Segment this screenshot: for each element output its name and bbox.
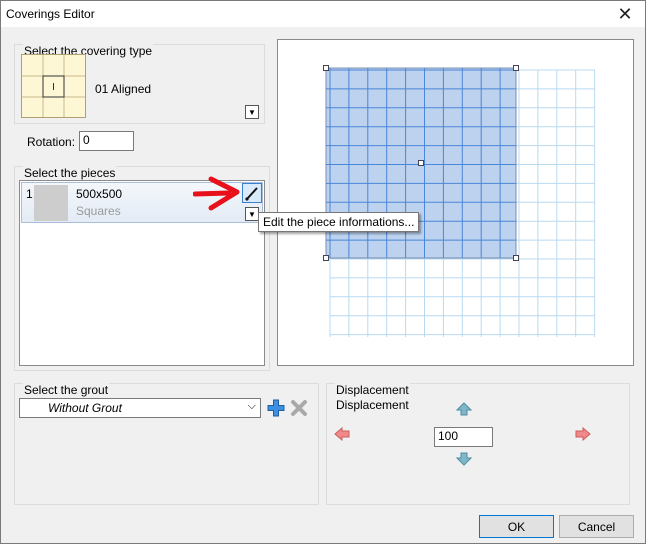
window-title: Coverings Editor xyxy=(6,7,95,21)
selection-handle xyxy=(418,160,424,166)
delete-icon xyxy=(291,400,307,416)
tooltip-text: Edit the piece informations... xyxy=(263,215,415,229)
move-up-button[interactable] xyxy=(455,402,473,416)
preview-canvas xyxy=(323,65,596,337)
title-bar: Coverings Editor ✕ xyxy=(1,1,645,27)
move-right-button[interactable] xyxy=(575,426,591,442)
piece-shape: Squares xyxy=(76,204,121,218)
arrow-right-icon xyxy=(575,426,591,442)
chevron-down-icon: ⌵ xyxy=(247,400,256,412)
arrow-up-icon xyxy=(455,402,473,416)
selection-handle xyxy=(513,65,519,71)
edit-piece-button[interactable] xyxy=(242,183,262,203)
edit-piece-tooltip: Edit the piece informations... xyxy=(258,212,420,232)
cancel-label: Cancel xyxy=(577,519,616,534)
grout-select[interactable]: Without Grout ⌵ xyxy=(19,398,261,418)
close-icon: ✕ xyxy=(617,3,633,24)
grout-selected-value: Without Grout xyxy=(48,401,122,415)
add-grout-button[interactable] xyxy=(267,399,285,417)
coverings-editor-window: Coverings Editor ✕ Select the covering t… xyxy=(0,0,646,544)
piece-size: 500x500 xyxy=(76,187,123,201)
covering-type-name: 01 Aligned xyxy=(95,82,152,96)
move-left-button[interactable] xyxy=(334,426,350,442)
piece-dropdown-button[interactable]: ▼ xyxy=(245,207,259,221)
displacement-input[interactable]: 100 xyxy=(434,427,493,447)
close-button[interactable]: ✕ xyxy=(605,1,645,27)
ok-label: OK xyxy=(507,519,526,534)
rotation-label: Rotation: xyxy=(27,135,76,149)
displacement-value: 100 xyxy=(438,429,459,443)
annotation-arrow-icon xyxy=(193,176,240,211)
covering-type-thumbnail[interactable] xyxy=(21,54,86,118)
piece-index: 1 xyxy=(26,187,33,201)
covering-type-dropdown-button[interactable]: ▼ xyxy=(245,105,259,119)
selection-handle xyxy=(323,65,329,71)
plus-icon xyxy=(267,399,285,417)
arrow-left-icon xyxy=(334,426,350,442)
chevron-down-icon: ▼ xyxy=(248,209,256,219)
grout-group-label: Select the grout xyxy=(23,383,110,397)
brush-icon xyxy=(245,187,258,201)
selection-handle xyxy=(513,255,519,261)
rotation-value: 0 xyxy=(83,133,90,147)
selection-handle xyxy=(323,255,329,261)
rotation-input[interactable]: 0 xyxy=(79,131,134,151)
arrow-down-icon xyxy=(455,452,473,466)
piece-thumbnail xyxy=(34,185,68,221)
move-down-button[interactable] xyxy=(455,452,473,466)
delete-grout-button[interactable] xyxy=(290,399,308,417)
displacement-group-label: Displacement xyxy=(335,383,410,397)
pieces-group-label: Select the pieces xyxy=(23,166,117,180)
chevron-down-icon: ▼ xyxy=(248,107,256,117)
cancel-button[interactable]: Cancel xyxy=(559,515,634,538)
ok-button[interactable]: OK xyxy=(479,515,554,538)
covering-preview[interactable] xyxy=(277,39,634,366)
covering-pattern-icon xyxy=(22,55,85,117)
displacement-label: Displacement xyxy=(336,398,409,412)
